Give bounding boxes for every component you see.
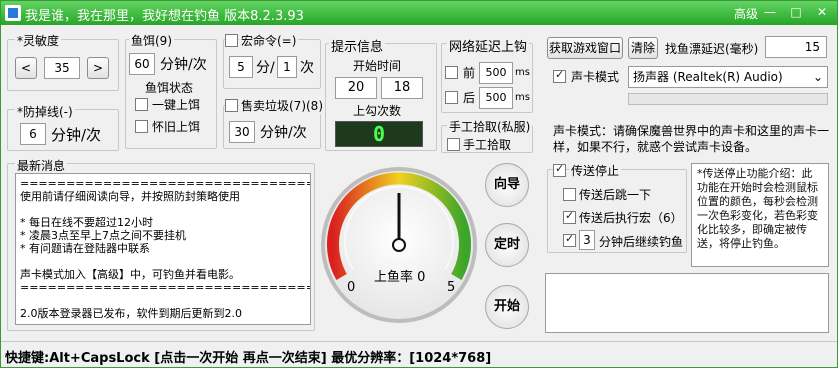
- macro-after-transfer-checkbox[interactable]: [563, 209, 576, 224]
- news-textbox[interactable]: ================================== 使用前请仔…: [15, 173, 311, 325]
- start-minute-display: 18: [381, 77, 423, 99]
- anti-drop-input[interactable]: 6: [20, 123, 46, 145]
- news-line: [20, 203, 306, 216]
- news-legend: 最新消息: [15, 157, 68, 174]
- manual-pick-checkbox[interactable]: [447, 138, 460, 151]
- advanced-link[interactable]: 高级: [734, 5, 758, 22]
- bait-status-title: 鱼饵状态: [145, 81, 194, 95]
- jump-after-transfer-checkbox[interactable]: [563, 188, 576, 201]
- hook-count-label: 上勾次数: [353, 104, 402, 118]
- latency-front-unit: ms: [515, 67, 530, 78]
- macro-checkbox[interactable]: [225, 34, 238, 47]
- news-line: ==================================: [20, 281, 311, 294]
- clear-button[interactable]: 清除: [628, 37, 658, 59]
- gauge-caption: 上鱼率 0: [374, 269, 425, 285]
- sound-mode-checkbox[interactable]: [553, 68, 566, 83]
- sound-mode-note: 声卡模式：请确保魔兽世界中的声卡和这里的声卡一样，如果不行，就惑个尝试声卡设备。: [553, 124, 830, 154]
- latency-front-checkbox[interactable]: [445, 66, 458, 79]
- sell-junk-legend: 售卖垃圾(7)(8): [239, 97, 325, 114]
- macro-legend: 宏命令(=): [239, 32, 299, 49]
- news-line: ==================================: [20, 177, 311, 190]
- latency-back-input[interactable]: 500: [479, 87, 513, 109]
- gauge-min-label: 0: [347, 280, 355, 295]
- log-textbox[interactable]: [545, 273, 829, 333]
- minimize-button[interactable]: —: [758, 3, 782, 21]
- nostalgia-bait-label: 怀旧上饵: [152, 120, 201, 134]
- nostalgia-bait-checkbox[interactable]: [135, 120, 148, 133]
- timer-button[interactable]: 定时: [485, 223, 529, 267]
- close-button[interactable]: ✕: [810, 3, 834, 21]
- manual-pick-label: 手工拾取: [463, 138, 512, 152]
- news-line: 使用前请仔细阅读向导，并按照防封策略使用: [20, 190, 240, 203]
- catch-rate-gauge: 0 5 上鱼率 0: [321, 167, 477, 323]
- macro-times-input[interactable]: 1: [277, 56, 297, 78]
- continue-fishing-checkbox[interactable]: [563, 232, 576, 247]
- macro-minutes-input[interactable]: 5: [229, 56, 253, 78]
- transfer-stop-legend: 传送停止: [569, 162, 622, 179]
- continue-minutes-input[interactable]: 3: [579, 230, 595, 250]
- title-bar: 我是谁，我在那里，我好想在钓鱼 版本8.2.3.93 高级 — □ ✕: [1, 1, 837, 25]
- macro-times-unit: 次: [300, 60, 314, 76]
- anti-drop-unit: 分钟/次: [51, 126, 102, 144]
- sensitivity-increase-button[interactable]: >: [87, 57, 109, 79]
- macro-minutes-unit: 分/: [256, 60, 275, 76]
- bait-interval-unit: 分钟/次: [160, 57, 207, 73]
- jump-after-transfer-label: 传送后跳一下: [579, 188, 652, 202]
- one-key-bait-label: 一键上饵: [152, 98, 201, 112]
- anti-drop-legend: *防掉线(-): [15, 103, 75, 120]
- macro-after-transfer-label: 传送后执行宏（6）: [579, 211, 683, 225]
- news-line: * 凌晨3点至早上7点之间不要挂机: [20, 229, 186, 242]
- manual-pick-legend: 手工拾取(私服): [447, 118, 533, 135]
- maximize-button[interactable]: □: [784, 3, 808, 21]
- continue-fishing-label: 分钟后继续钓鱼: [599, 235, 684, 249]
- sell-junk-unit: 分钟/次: [260, 125, 307, 141]
- sound-mode-label: 声卡模式: [571, 70, 620, 84]
- chevron-down-icon: ⌄: [812, 70, 823, 84]
- sell-junk-checkbox[interactable]: [225, 99, 238, 112]
- audio-device-value: 扬声器 (Realtek(R) Audio): [633, 70, 783, 84]
- hint-legend: 提示信息: [329, 36, 386, 55]
- app-icon: [5, 5, 21, 21]
- guide-button[interactable]: 向导: [485, 163, 529, 207]
- sound-level-bar: [628, 93, 828, 105]
- window-title: 我是谁，我在那里，我好想在钓鱼 版本8.2.3.93: [25, 9, 304, 24]
- get-game-window-button[interactable]: 获取游戏窗口: [547, 37, 623, 59]
- sell-junk-input[interactable]: 30: [229, 121, 255, 143]
- latency-front-input[interactable]: 500: [479, 62, 513, 84]
- float-delay-input[interactable]: 15: [765, 36, 827, 58]
- latency-back-unit: ms: [515, 92, 530, 103]
- bait-legend: 鱼饵(9): [129, 32, 174, 49]
- news-line: * 每日在线不要超过12小时: [20, 216, 153, 229]
- status-bar: 快捷键:Alt+CapsLock [点击一次开始 再点一次结束] 最优分辨率：[…: [1, 341, 837, 367]
- sensitivity-decrease-button[interactable]: <: [15, 57, 37, 79]
- sensitivity-legend: *灵敏度: [15, 32, 62, 49]
- latency-front-label: 前: [463, 66, 476, 80]
- news-line: * 有问题请在登陆器中联系: [20, 242, 150, 255]
- gauge-max-label: 5: [447, 280, 455, 295]
- bait-interval-input[interactable]: 60: [129, 53, 155, 75]
- latency-legend: 网络延迟上钩: [447, 36, 530, 55]
- audio-device-select[interactable]: 扬声器 (Realtek(R) Audio) ⌄: [628, 66, 828, 88]
- start-hour-display: 20: [335, 77, 377, 99]
- latency-back-label: 后: [463, 91, 476, 105]
- news-line: 声卡模式加入【高级】中，可钓鱼并看电影。: [20, 268, 240, 281]
- float-delay-label: 找鱼漂延迟(毫秒): [665, 42, 759, 56]
- one-key-bait-checkbox[interactable]: [135, 98, 148, 111]
- latency-back-checkbox[interactable]: [445, 91, 458, 104]
- gauge-hub: [392, 238, 406, 252]
- start-button[interactable]: 开始: [485, 285, 529, 329]
- transfer-info-text: *传送停止功能介绍：此功能在开始时会检测鼠标位置的颜色，每秒会检测一次色彩变化，…: [691, 163, 829, 267]
- status-text: 快捷键:Alt+CapsLock [点击一次开始 再点一次结束] 最优分辨率：[…: [5, 351, 492, 366]
- main-window: 我是谁，我在那里，我好想在钓鱼 版本8.2.3.93 高级 — □ ✕ *灵敏度…: [0, 0, 838, 368]
- sensitivity-input[interactable]: 35: [44, 57, 80, 79]
- transfer-stop-checkbox[interactable]: [553, 162, 566, 177]
- news-line: [20, 294, 306, 307]
- news-line: 2.0版本登录器已发布，软件到期后更新到2.0: [20, 307, 242, 320]
- news-line: [20, 255, 306, 268]
- hook-count-display: 0: [335, 121, 423, 147]
- start-time-label: 开始时间: [353, 59, 402, 73]
